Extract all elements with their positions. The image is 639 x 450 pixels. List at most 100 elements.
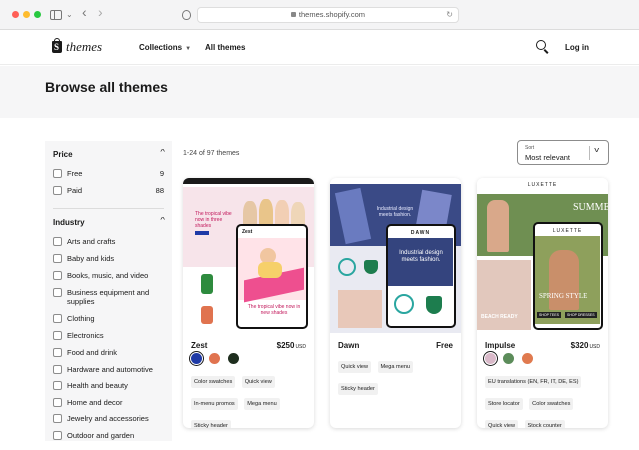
- shield-icon[interactable]: [182, 10, 191, 20]
- filter-option-paid[interactable]: Paid 88: [53, 185, 164, 197]
- checkbox[interactable]: [53, 414, 62, 423]
- theme-preview-image[interactable]: Industrial design meets fashion. DAWN In…: [330, 178, 461, 333]
- chevron-down-icon: ▼: [185, 46, 192, 52]
- filter-option-jewelry-accessories[interactable]: Jewelry and accessories: [53, 413, 164, 425]
- price-currency: USD: [589, 344, 600, 350]
- theme-preview-image[interactable]: LUXETTE SUMMER BEACH READY LUXETTE SPRIN…: [477, 178, 608, 333]
- checkbox[interactable]: [53, 254, 62, 263]
- color-swatches: [191, 353, 242, 365]
- theme-card-zest[interactable]: The tropical vibe now in three shades Ze…: [183, 178, 314, 428]
- theme-price: $250USD: [277, 341, 306, 350]
- checkbox[interactable]: [53, 314, 62, 323]
- login-link[interactable]: Log in: [565, 43, 589, 52]
- maximize-window-button[interactable]: [34, 11, 41, 18]
- color-swatch[interactable]: [191, 353, 202, 364]
- filter-option-label: Free: [67, 169, 83, 178]
- checkbox[interactable]: [53, 271, 62, 280]
- nav-collections-label: Collections: [139, 43, 183, 52]
- reload-icon[interactable]: ↻: [446, 8, 453, 22]
- feature-tag: Mega menu: [244, 398, 280, 410]
- divider: [53, 208, 164, 209]
- divider: [589, 146, 590, 160]
- chevron-up-icon[interactable]: ^: [160, 149, 165, 156]
- filter-option-baby-and-kids[interactable]: Baby and kids: [53, 253, 164, 265]
- nav-all-themes[interactable]: All themes: [205, 43, 245, 52]
- shopify-bag-icon[interactable]: [52, 38, 62, 53]
- checkbox[interactable]: [53, 169, 62, 178]
- feature-tag: Sticky header: [191, 420, 231, 428]
- preview-model: [487, 200, 509, 252]
- sort-select[interactable]: Sort Most relevant v: [517, 140, 609, 165]
- url-text: themes.shopify.com: [298, 10, 366, 19]
- preview-phone: Zest The tropical vibe now in new shades: [236, 224, 308, 329]
- minimize-window-button[interactable]: [23, 11, 30, 18]
- checkbox[interactable]: [53, 331, 62, 340]
- filter-option-outdoor-garden[interactable]: Outdoor and garden: [53, 430, 164, 442]
- preview-model: [549, 250, 579, 310]
- checkbox[interactable]: [53, 365, 62, 374]
- forward-arrow-icon[interactable]: ›: [98, 5, 103, 19]
- filter-heading-industry[interactable]: Industry: [53, 218, 85, 227]
- price-currency: USD: [295, 344, 306, 350]
- filter-option-electronics[interactable]: Electronics: [53, 330, 164, 342]
- color-swatch[interactable]: [227, 353, 239, 364]
- feature-tag: Color swatches: [529, 398, 574, 410]
- chevron-up-icon[interactable]: ^: [160, 217, 165, 224]
- filter-option-label: Books, music, and video: [67, 271, 149, 280]
- filter-option-hardware-automotive[interactable]: Hardware and automotive: [53, 364, 164, 376]
- filter-option-books-music-video[interactable]: Books, music, and video: [53, 270, 164, 282]
- address-bar[interactable]: themes.shopify.com ↻: [197, 7, 459, 23]
- search-icon[interactable]: [536, 40, 546, 50]
- filter-option-clothing[interactable]: Clothing: [53, 313, 164, 325]
- theme-price: Free: [436, 341, 453, 350]
- color-swatches: [485, 353, 536, 365]
- back-arrow-icon[interactable]: ‹: [82, 5, 87, 19]
- logo-text[interactable]: themes: [66, 39, 102, 55]
- color-swatch[interactable]: [485, 353, 496, 364]
- nav-collections[interactable]: Collections ▼: [139, 43, 191, 52]
- checkbox[interactable]: [53, 288, 62, 297]
- sort-label: Sort: [525, 145, 535, 151]
- color-swatch[interactable]: [521, 353, 533, 364]
- preview-model: [258, 262, 282, 278]
- filter-heading-price[interactable]: Price: [53, 150, 73, 159]
- preview-phone-caption: Industrial design meets fashion.: [399, 250, 443, 263]
- checkbox[interactable]: [53, 431, 62, 440]
- theme-card-impulse[interactable]: LUXETTE SUMMER BEACH READY LUXETTE SPRIN…: [477, 178, 608, 428]
- feature-tags: Quick view Mega menu Sticky header: [338, 355, 456, 399]
- browser-toolbar: ⌄ ‹ › themes.shopify.com ↻: [0, 0, 639, 30]
- filter-option-food-and-drink[interactable]: Food and drink: [53, 347, 164, 359]
- preview-button: [195, 231, 209, 235]
- preview-model-photo: [338, 290, 382, 328]
- preview-product: [338, 258, 356, 276]
- feature-tag: EU translations (EN, FR, IT, DE, ES): [485, 376, 582, 388]
- theme-name[interactable]: Zest: [191, 341, 207, 350]
- color-swatch[interactable]: [209, 353, 221, 364]
- preview-nav-bar: [183, 178, 314, 184]
- filter-option-health-beauty[interactable]: Health and beauty: [53, 380, 164, 392]
- chevron-down-icon[interactable]: ⌄: [66, 8, 73, 22]
- sidebar-toggle-icon[interactable]: [50, 10, 62, 20]
- theme-preview-image[interactable]: The tropical vibe now in three shades Ze…: [183, 178, 314, 333]
- theme-name[interactable]: Dawn: [338, 341, 359, 350]
- checkbox[interactable]: [53, 348, 62, 357]
- theme-name[interactable]: Impulse: [485, 341, 515, 350]
- checkbox[interactable]: [53, 186, 62, 195]
- filter-option-label: Business equipment and supplies: [67, 288, 150, 306]
- filter-option-arts-and-crafts[interactable]: Arts and crafts: [53, 236, 164, 248]
- filter-option-business-equipment[interactable]: Business equipment and supplies: [53, 287, 164, 309]
- filter-option-label: Food and drink: [67, 348, 118, 357]
- filter-option-label: Outdoor and garden: [67, 431, 135, 440]
- filter-option-label: Clothing: [67, 314, 95, 323]
- checkbox[interactable]: [53, 398, 62, 407]
- preview-swimsuit: [201, 274, 213, 294]
- filter-option-free[interactable]: Free 9: [53, 168, 164, 180]
- checkbox[interactable]: [53, 381, 62, 390]
- feature-tag: Quick view: [241, 376, 275, 388]
- color-swatch[interactable]: [503, 353, 515, 364]
- theme-card-dawn[interactable]: Industrial design meets fashion. DAWN In…: [330, 178, 461, 428]
- checkbox[interactable]: [53, 237, 62, 246]
- filter-option-home-decor[interactable]: Home and decor: [53, 397, 164, 409]
- close-window-button[interactable]: [12, 11, 19, 18]
- preview-phone-logo: DAWN: [410, 230, 431, 236]
